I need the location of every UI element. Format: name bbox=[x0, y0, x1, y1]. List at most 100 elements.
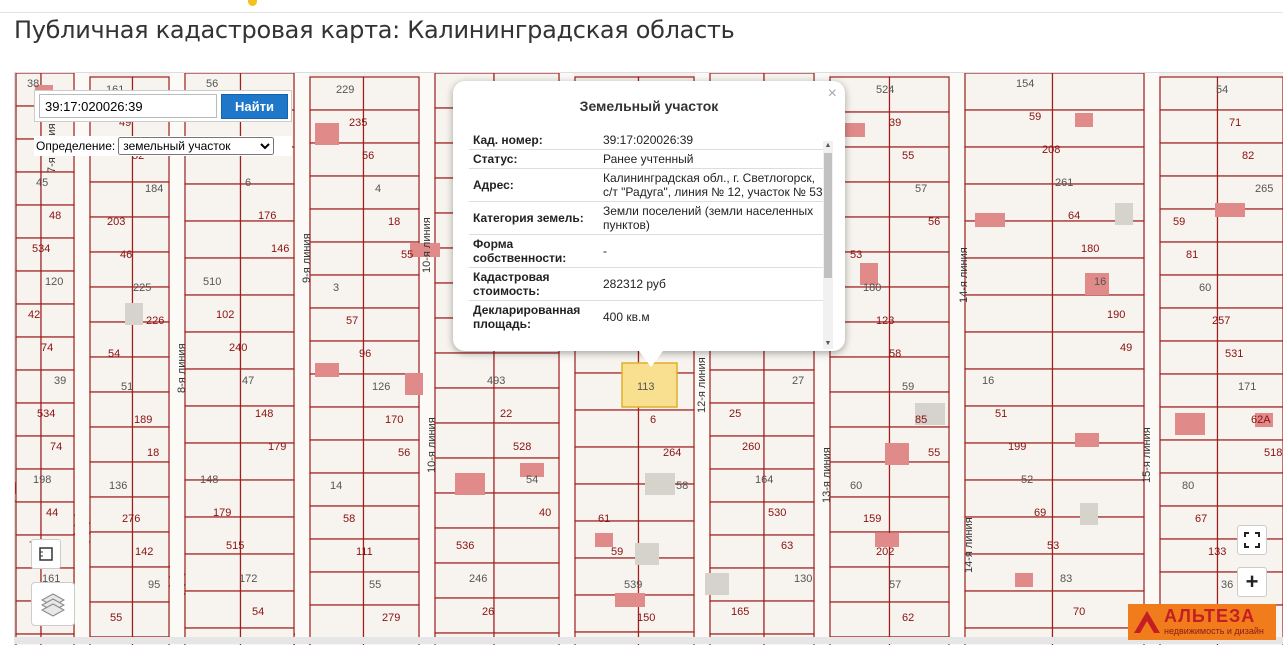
plot-number: 261 bbox=[1055, 177, 1073, 189]
parcel bbox=[575, 447, 639, 484]
plot-number: 524 bbox=[876, 84, 894, 96]
plot-number: 16 bbox=[1094, 276, 1106, 288]
scroll-up-icon[interactable]: ▲ bbox=[823, 141, 833, 151]
parcel bbox=[830, 602, 890, 637]
parcel bbox=[965, 73, 1053, 110]
street-label: 15-я линия bbox=[1141, 427, 1153, 483]
plot-number: 49 bbox=[1120, 342, 1132, 354]
plot-number: 208 bbox=[1042, 144, 1060, 156]
attribute-key: Кад. номер: bbox=[469, 133, 603, 147]
attribute-value: Калининградская обл., г. Светлогорск, с/… bbox=[603, 171, 823, 199]
logo-tagline: недвижимость и дизайн bbox=[1164, 626, 1264, 636]
plot-number: 199 bbox=[1008, 441, 1026, 453]
fullscreen-button[interactable] bbox=[1237, 525, 1267, 555]
plot-number: 146 bbox=[271, 243, 289, 255]
parcel bbox=[1160, 341, 1218, 374]
parcel bbox=[310, 506, 364, 539]
parcel bbox=[1160, 506, 1218, 539]
parcel bbox=[133, 357, 170, 392]
plot-number: 55 bbox=[110, 612, 122, 624]
parcel bbox=[1218, 110, 1283, 143]
parcel bbox=[890, 287, 950, 322]
plot-number: 69 bbox=[1034, 507, 1046, 519]
plot-number: 515 bbox=[226, 540, 244, 552]
parcel bbox=[133, 462, 170, 497]
scroll-down-icon[interactable]: ▼ bbox=[823, 339, 833, 349]
find-button[interactable]: Найти bbox=[221, 94, 288, 119]
parcel bbox=[965, 147, 1053, 184]
plot-number: 82 bbox=[1242, 150, 1254, 162]
parcel bbox=[185, 554, 241, 591]
parcel bbox=[241, 480, 295, 517]
plot-number: 190 bbox=[1107, 309, 1125, 321]
plot-number: 62А bbox=[1251, 414, 1271, 426]
search-panel: Найти bbox=[34, 90, 292, 122]
building bbox=[875, 533, 899, 547]
plot-number: 56 bbox=[398, 447, 410, 459]
parcel bbox=[1053, 110, 1145, 147]
parcel bbox=[494, 563, 559, 598]
plot-number: 51 bbox=[121, 381, 133, 393]
parcel bbox=[830, 567, 890, 602]
scrollbar-thumb[interactable] bbox=[824, 153, 832, 278]
plot-number: 528 bbox=[513, 441, 531, 453]
plot-number: 6 bbox=[245, 177, 251, 189]
parcel bbox=[310, 440, 364, 473]
parcel bbox=[364, 275, 420, 308]
parcel bbox=[965, 517, 1053, 554]
plot-number: 159 bbox=[863, 513, 881, 525]
plot-number: 83 bbox=[1060, 573, 1072, 585]
cadastral-number-input[interactable] bbox=[39, 94, 217, 118]
plot-number: 96 bbox=[359, 348, 371, 360]
parcel bbox=[1218, 473, 1283, 506]
plot-number: 536 bbox=[456, 540, 474, 552]
street bbox=[420, 73, 434, 645]
attribute-table: Кад. номер:39:17:020026:39Статус:Ранее у… bbox=[469, 131, 823, 346]
parcel bbox=[1160, 77, 1218, 110]
plot-number: 534 bbox=[32, 243, 50, 255]
plot-number: 113 bbox=[637, 381, 655, 393]
plot-number: 56 bbox=[362, 150, 374, 162]
parcel bbox=[494, 598, 559, 633]
plot-number: 260 bbox=[742, 441, 760, 453]
plot-number: 39 bbox=[889, 117, 901, 129]
parcel bbox=[241, 295, 295, 332]
parcel bbox=[965, 369, 1053, 406]
parcel bbox=[435, 423, 494, 458]
layers-button[interactable] bbox=[31, 582, 75, 626]
cadastral-map[interactable]: 7-я линия8-я линия9-я линия10-я линия10-… bbox=[14, 72, 1283, 645]
attribute-key: Кадастровая стоимость: bbox=[469, 270, 603, 298]
plot-number: 55 bbox=[369, 579, 381, 591]
plot-number: 279 bbox=[382, 612, 400, 624]
plot-number: 164 bbox=[755, 474, 773, 486]
ruler-button[interactable] bbox=[31, 539, 61, 569]
parcel bbox=[16, 436, 41, 469]
parcel bbox=[364, 473, 420, 506]
building bbox=[885, 443, 909, 465]
parcel bbox=[364, 341, 420, 374]
plot-number: 225 bbox=[133, 282, 151, 294]
page-title: Публичная кадастровая карта: Калининград… bbox=[14, 16, 735, 44]
plot-number: 54 bbox=[252, 606, 264, 618]
plot-number: 148 bbox=[255, 408, 273, 420]
plot-number: 57 bbox=[346, 315, 358, 327]
plot-number: 111 bbox=[356, 546, 373, 558]
definition-row: Определение: земельный участок bbox=[34, 136, 292, 156]
plot-number: 130 bbox=[794, 573, 812, 585]
attribute-row: Адрес:Калининградская обл., г. Светлогор… bbox=[469, 168, 823, 201]
plot-number: 53 bbox=[850, 249, 862, 261]
popup-scrollbar[interactable]: ▲ ▼ bbox=[823, 141, 833, 349]
plot-number: 56 bbox=[928, 216, 940, 228]
parcel bbox=[310, 407, 364, 440]
building bbox=[405, 373, 423, 395]
parcel bbox=[965, 258, 1053, 295]
zoom-in-button[interactable]: + bbox=[1237, 567, 1267, 597]
attribute-value: 282312 руб bbox=[603, 277, 823, 291]
attribute-value: Ранее учтенный bbox=[603, 152, 823, 166]
parcel bbox=[1053, 295, 1145, 332]
parcel bbox=[310, 572, 364, 605]
definition-select[interactable]: земельный участок bbox=[118, 137, 274, 155]
plot-number: 42 bbox=[28, 309, 40, 321]
parcel bbox=[830, 427, 890, 462]
plot-number: 202 bbox=[876, 546, 894, 558]
